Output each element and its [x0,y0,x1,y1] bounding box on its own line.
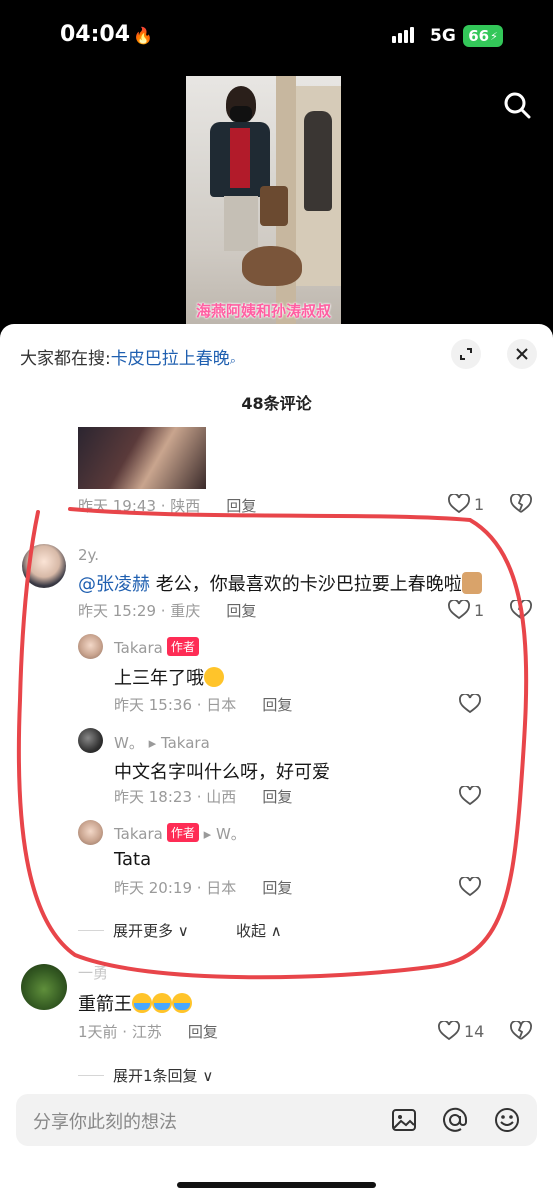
heart-icon[interactable] [459,877,481,897]
expand-replies-button[interactable]: 展开1条回复 ∨ [113,1065,213,1086]
hot-search-row[interactable]: 大家都在搜:卡皮巴拉上春晚⌕ [20,344,236,369]
close-button[interactable] [507,339,537,369]
chevron-down-icon: ∨ [202,1067,214,1085]
reply-text: 中文名字叫什么呀，好可爱 [114,762,330,783]
reply-username[interactable]: Takara 作者 ▸ W。 [114,823,246,844]
comment-image[interactable] [78,427,206,489]
collapse-button[interactable]: 收起 ∧ [236,920,282,941]
avatar[interactable] [78,634,103,659]
comment-meta: 昨天 19:43 · 陕西 回复 [78,497,257,515]
search-icon[interactable] [503,91,531,119]
status-bar: 04:04 🔥 5G 66 ⚡ [0,0,553,76]
avatar[interactable] [78,820,103,845]
expand-more-button[interactable]: 展开更多 ∨ [113,920,189,941]
reply-button[interactable]: 回复 [262,788,292,806]
author-badge: 作者 [166,823,199,842]
comment-input-bar[interactable]: 分享你此刻的想法 [16,1094,537,1146]
like-count: 1 [474,600,485,620]
heart-icon [438,1021,460,1041]
reply-button[interactable]: 回复 [188,1023,218,1041]
expand-icon [460,348,472,360]
author-badge: 作者 [166,637,199,656]
chevron-down-icon: ∨ [177,922,189,940]
chevron-up-icon: ∧ [270,922,282,940]
image-icon[interactable] [390,1106,418,1134]
reply-meta: 昨天 18:23 · 山西 回复 [114,788,293,806]
signal-icon [392,27,414,43]
sticker-emoji [461,572,482,594]
like-button[interactable]: 14 [438,1021,484,1041]
like-button[interactable]: 1 [448,600,484,620]
divider [78,930,104,931]
laughing-emoji [204,667,224,687]
emoji-icon[interactable] [493,1106,521,1134]
at-icon[interactable] [441,1106,469,1134]
status-time: 04:04 🔥 [60,22,153,47]
battery-indicator: 66 ⚡ [463,25,503,47]
flame-icon: 🔥 [133,26,153,45]
mention-link[interactable]: @张凌赫 [78,574,150,595]
comment-text: 重箭王 [78,990,192,1016]
reply-button[interactable]: 回复 [262,879,292,897]
crying-laughing-emoji [172,993,192,1013]
broken-heart-icon[interactable] [510,1021,532,1041]
reply-button[interactable]: 回复 [226,497,256,515]
divider [78,1075,104,1076]
comment-panel: 大家都在搜:卡皮巴拉上春晚⌕ 48条评论 昨天 19:43 · 陕西 回复 1 2… [0,324,553,1200]
reply-meta: 昨天 20:19 · 日本 回复 [114,879,293,897]
comment-username[interactable]: 2y. [78,546,99,564]
close-icon [516,348,528,360]
mini-search-icon: ⌕ [229,354,236,367]
home-indicator [177,1182,376,1188]
crying-laughing-emoji [152,993,172,1013]
comment-input[interactable]: 分享你此刻的想法 [33,1108,177,1134]
heart-icon[interactable] [459,694,481,714]
video-player[interactable]: 海燕阿姨和孙涛叔叔 [186,76,341,324]
comment-meta: 1天前 · 江苏 回复 [78,1023,218,1041]
video-caption: 海燕阿姨和孙涛叔叔 [195,302,331,320]
crying-laughing-emoji [132,993,152,1013]
network-label: 5G [430,26,456,46]
heart-icon[interactable] [459,786,481,806]
reply-button[interactable]: 回复 [226,602,256,620]
hot-search-prefix: 大家都在搜: [20,349,111,369]
reply-button[interactable]: 回复 [262,696,292,714]
reply-username[interactable]: Takara 作者 [114,637,199,657]
heart-icon [448,494,470,514]
reply-text: 上三年了哦 [114,664,224,690]
comment-username[interactable]: 一勇 [78,962,108,983]
like-count: 1 [474,494,485,514]
comment-text: @张凌赫 老公，你最喜欢的卡沙巴拉要上春晚啦 [78,570,482,596]
broken-heart-icon[interactable] [510,600,532,620]
avatar[interactable] [22,544,66,588]
heart-icon [448,600,470,620]
reply-text: Tata [114,849,152,870]
comment-meta: 昨天 15:29 · 重庆 回复 [78,602,257,620]
avatar[interactable] [78,728,103,753]
broken-heart-icon[interactable] [510,494,532,514]
reply-username[interactable]: W。 ▸ Takara [114,732,210,753]
reply-meta: 昨天 15:36 · 日本 回复 [114,696,293,714]
avatar[interactable] [21,964,67,1010]
capybara [242,246,302,286]
like-button[interactable]: 1 [448,494,484,514]
like-count: 14 [464,1021,485,1041]
comment-count: 48条评论 [241,394,312,413]
hot-search-keyword[interactable]: 卡皮巴拉上春晚 [111,349,230,369]
expand-button[interactable] [451,339,481,369]
